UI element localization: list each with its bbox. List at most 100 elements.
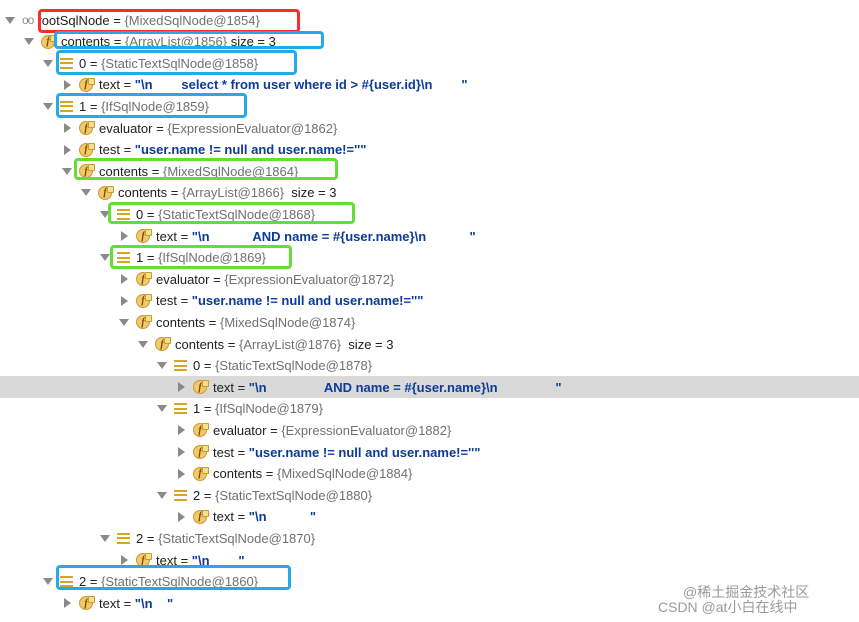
variable-name: text bbox=[213, 509, 234, 525]
variable-name: 0 bbox=[79, 55, 87, 71]
expand-arrow-icon[interactable] bbox=[43, 59, 53, 67]
equals-sign: = bbox=[205, 314, 220, 330]
string-value: "user.name != null and user.name!=''" bbox=[248, 444, 481, 460]
variable-name: contents bbox=[99, 163, 149, 179]
collapse-arrow-icon[interactable] bbox=[121, 274, 128, 285]
variable-name: text bbox=[156, 552, 177, 568]
expand-arrow-icon[interactable] bbox=[157, 405, 167, 413]
array-element-icon bbox=[117, 208, 130, 221]
collapse-arrow-icon[interactable] bbox=[121, 295, 128, 306]
expand-arrow-icon[interactable] bbox=[5, 16, 15, 24]
tree-row[interactable]: 0 = {StaticTextSqlNode@1878} bbox=[0, 355, 859, 377]
tree-node: f text = "\n AND name = #{user.name}\n " bbox=[176, 376, 562, 398]
expand-arrow-icon[interactable] bbox=[43, 102, 53, 110]
expand-arrow-icon[interactable] bbox=[138, 340, 148, 348]
collapse-arrow-icon[interactable] bbox=[178, 511, 185, 522]
tree-row[interactable]: f contents = {MixedSqlNode@1884} bbox=[0, 463, 859, 485]
object-reference: {ArrayList@1866} bbox=[181, 185, 285, 201]
tree-row[interactable]: f evaluator = {ExpressionEvaluator@1872} bbox=[0, 268, 859, 290]
tree-row[interactable]: f contents = {MixedSqlNode@1864} bbox=[0, 160, 859, 182]
array-element-icon bbox=[117, 532, 130, 545]
string-value: "user.name != null and user.name!=''" bbox=[191, 293, 424, 309]
tree-row[interactable]: f test = "user.name != null and user.name… bbox=[0, 441, 859, 463]
collapse-arrow-icon[interactable] bbox=[64, 123, 71, 133]
collapse-arrow-icon[interactable] bbox=[178, 447, 185, 457]
tree-row[interactable]: 0 = {StaticTextSqlNode@1858} bbox=[0, 52, 859, 74]
field-icon: f bbox=[193, 509, 209, 524]
collection-size: size = 3 bbox=[227, 34, 276, 50]
string-value: "\n " bbox=[134, 595, 174, 611]
object-reference: {MixedSqlNode@1874} bbox=[219, 314, 356, 330]
tree-node: f contents = {MixedSqlNode@1864} bbox=[62, 160, 298, 182]
string-value: "\n select * from user where id > #{user… bbox=[134, 77, 468, 93]
equals-sign: = bbox=[143, 206, 159, 222]
variable-name: contents bbox=[61, 34, 111, 50]
collapse-arrow-icon[interactable] bbox=[64, 79, 71, 90]
expand-arrow-icon[interactable] bbox=[100, 254, 110, 262]
string-value: "\n AND name = #{user.name}\n " bbox=[248, 379, 562, 395]
expand-arrow-icon[interactable] bbox=[81, 189, 91, 197]
collapse-arrow-icon[interactable] bbox=[64, 598, 71, 609]
expand-arrow-icon[interactable] bbox=[62, 167, 72, 175]
tree-row[interactable]: f text = "\n select * from user where id … bbox=[0, 74, 859, 96]
tree-node: 0 = {StaticTextSqlNode@1868} bbox=[100, 203, 315, 225]
collapse-arrow-icon[interactable] bbox=[64, 144, 71, 155]
collapse-arrow-icon[interactable] bbox=[178, 425, 185, 436]
field-icon: f bbox=[79, 77, 95, 92]
object-reference: {IfSqlNode@1879} bbox=[215, 401, 323, 417]
expand-arrow-icon[interactable] bbox=[100, 210, 110, 218]
equals-sign: = bbox=[109, 12, 125, 28]
variable-name: 0 bbox=[193, 358, 201, 374]
expand-arrow-icon[interactable] bbox=[157, 491, 167, 499]
tree-row[interactable]: 1 = {IfSqlNode@1879} bbox=[0, 398, 859, 420]
equals-sign: = bbox=[176, 293, 192, 309]
tree-node: f contents = {MixedSqlNode@1874} bbox=[119, 311, 355, 333]
tree-node: f text = "\n " bbox=[62, 592, 173, 614]
tree-row[interactable]: f contents = {ArrayList@1876} size = 3 bbox=[0, 333, 859, 355]
variable-name: text bbox=[99, 595, 120, 611]
object-reference: {ArrayList@1856} bbox=[124, 34, 228, 50]
collection-size: size = 3 bbox=[341, 336, 394, 352]
tree-node: 1 = {IfSqlNode@1869} bbox=[100, 247, 266, 269]
expand-arrow-icon[interactable] bbox=[157, 362, 167, 370]
tree-row[interactable]: f test = "user.name != null and user.name… bbox=[0, 139, 859, 161]
equals-sign: = bbox=[86, 55, 102, 71]
tree-row[interactable]: 1 = {IfSqlNode@1859} bbox=[0, 95, 859, 117]
tree-row[interactable]: f text = "\n " bbox=[0, 549, 859, 571]
tree-row[interactable]: f test = "user.name != null and user.name… bbox=[0, 290, 859, 312]
tree-row[interactable]: f text = "\n AND name = #{user.name}\n " bbox=[0, 376, 859, 399]
tree-node: f evaluator = {ExpressionEvaluator@1862} bbox=[62, 117, 337, 139]
tree-node: 2 = {StaticTextSqlNode@1880} bbox=[157, 484, 372, 506]
tree-row[interactable]: oo rootSqlNode = {MixedSqlNode@1854} bbox=[0, 9, 859, 31]
tree-row[interactable]: f text = "\n AND name = #{user.name}\n " bbox=[0, 225, 859, 247]
field-icon: f bbox=[136, 315, 152, 330]
collapse-arrow-icon[interactable] bbox=[121, 231, 128, 241]
expand-arrow-icon[interactable] bbox=[119, 318, 129, 326]
tree-row[interactable]: f text = "\n " bbox=[0, 506, 859, 528]
tree-row[interactable]: f contents = {MixedSqlNode@1874} bbox=[0, 311, 859, 333]
tree-row[interactable]: 2 = {StaticTextSqlNode@1880} bbox=[0, 484, 859, 506]
tree-row[interactable]: f evaluator = {ExpressionEvaluator@1862} bbox=[0, 117, 859, 139]
collapse-arrow-icon[interactable] bbox=[121, 555, 128, 565]
tree-row[interactable]: 0 = {StaticTextSqlNode@1868} bbox=[0, 203, 859, 225]
equals-sign: = bbox=[143, 530, 159, 546]
collapse-arrow-icon[interactable] bbox=[178, 468, 185, 479]
field-icon: f bbox=[79, 142, 95, 157]
tree-row[interactable]: f evaluator = {ExpressionEvaluator@1882} bbox=[0, 419, 859, 441]
tree-node: f evaluator = {ExpressionEvaluator@1882} bbox=[176, 419, 451, 441]
tree-node: 2 = {StaticTextSqlNode@1870} bbox=[100, 527, 315, 549]
tree-node: 1 = {IfSqlNode@1859} bbox=[43, 95, 209, 117]
expand-arrow-icon[interactable] bbox=[24, 38, 34, 46]
tree-row[interactable]: f contents = {ArrayList@1856} size = 3 bbox=[0, 31, 859, 53]
tree-row[interactable]: f contents = {ArrayList@1866} size = 3 bbox=[0, 182, 859, 204]
collapse-arrow-icon[interactable] bbox=[178, 382, 185, 393]
tree-row[interactable]: 1 = {IfSqlNode@1869} bbox=[0, 247, 859, 269]
tree-row[interactable]: 2 = {StaticTextSqlNode@1870} bbox=[0, 527, 859, 549]
object-reference: {StaticTextSqlNode@1860} bbox=[101, 574, 259, 590]
object-reference: {StaticTextSqlNode@1878} bbox=[215, 358, 373, 374]
field-icon: f bbox=[79, 121, 95, 135]
equals-sign: = bbox=[167, 185, 182, 201]
tree-node: 0 = {StaticTextSqlNode@1858} bbox=[43, 52, 258, 74]
expand-arrow-icon[interactable] bbox=[100, 534, 110, 542]
expand-arrow-icon[interactable] bbox=[43, 578, 53, 586]
